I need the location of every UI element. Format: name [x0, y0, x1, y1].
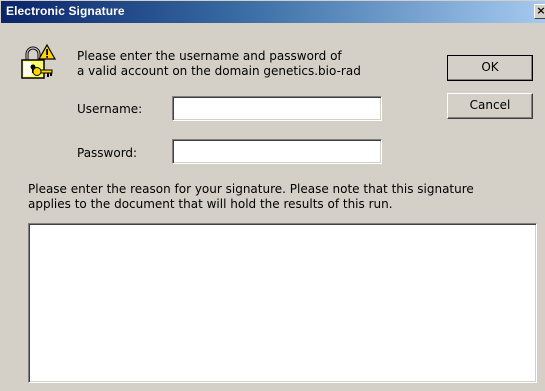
reason-instruction-line-2: applies to the document that will hold t… — [28, 197, 393, 211]
reason-textarea[interactable] — [28, 223, 537, 383]
close-icon: × — [536, 4, 545, 17]
cancel-button[interactable]: Cancel — [447, 93, 533, 119]
title-bar[interactable]: Electronic Signature × — [1, 1, 545, 23]
prompt-line-2: a valid account on the domain genetics.b… — [77, 64, 361, 78]
lock-key-warning-icon — [21, 44, 56, 79]
electronic-signature-dialog: Electronic Signature × Please enter the … — [0, 0, 545, 391]
close-button[interactable]: × — [534, 4, 545, 19]
prompt-line-1: Please enter the username and password o… — [77, 49, 342, 63]
password-field[interactable] — [172, 139, 382, 164]
username-field[interactable] — [172, 96, 382, 121]
password-label: Password: — [77, 146, 138, 160]
reason-instruction-line-1: Please enter the reason for your signatu… — [28, 182, 474, 196]
window-title: Electronic Signature — [6, 4, 125, 18]
ok-button[interactable]: OK — [447, 55, 533, 81]
username-label: Username: — [77, 102, 143, 116]
